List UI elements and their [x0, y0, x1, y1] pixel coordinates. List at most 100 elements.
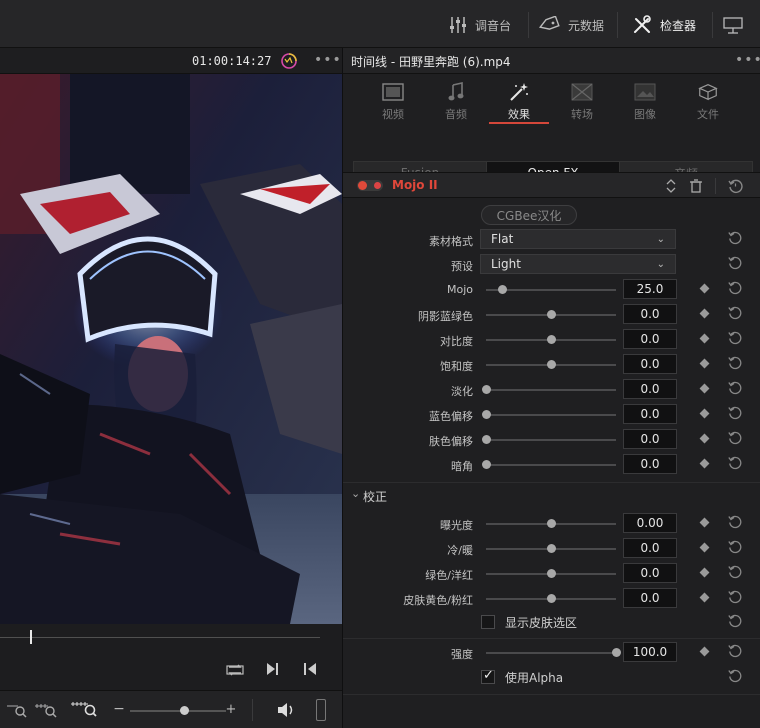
- param-reset-button[interactable]: [728, 331, 744, 347]
- param-slider[interactable]: [482, 435, 616, 444]
- param-reset-button[interactable]: [728, 381, 744, 397]
- param-reset-button[interactable]: [728, 306, 744, 322]
- param-slider-knob[interactable]: [547, 569, 556, 578]
- param-reset-button[interactable]: [728, 281, 744, 297]
- show-skin-checkbox[interactable]: [481, 615, 495, 629]
- format-reset-button[interactable]: [728, 231, 744, 247]
- video-viewer[interactable]: [0, 74, 342, 624]
- param-reset-button[interactable]: [728, 590, 744, 606]
- viewer-more-options-button[interactable]: •••: [314, 52, 342, 68]
- param-reset-button[interactable]: [728, 456, 744, 472]
- strength-reset-button[interactable]: [728, 644, 744, 660]
- zoom-slider-track[interactable]: [130, 710, 226, 712]
- keyframe-diamond-icon[interactable]: [699, 433, 710, 444]
- preset-dropdown[interactable]: Light ⌄: [480, 254, 676, 274]
- keyframe-diamond-icon[interactable]: [699, 592, 710, 603]
- zoom-slider-knob[interactable]: [180, 706, 189, 715]
- keyframe-diamond-icon[interactable]: [699, 333, 710, 344]
- param-value[interactable]: 0.0: [623, 429, 677, 449]
- param-value[interactable]: 0.0: [623, 563, 677, 583]
- param-reset-button[interactable]: [728, 356, 744, 372]
- param-slider[interactable]: [482, 385, 616, 394]
- use-alpha-checkbox[interactable]: [481, 668, 495, 684]
- param-slider-knob[interactable]: [547, 519, 556, 528]
- reorder-button[interactable]: [665, 177, 677, 195]
- metadata-button[interactable]: 元数据: [538, 16, 604, 34]
- inspector-button[interactable]: 检查器: [632, 15, 696, 34]
- tab-image[interactable]: 图像: [615, 82, 675, 126]
- param-slider-knob[interactable]: [547, 335, 556, 344]
- param-slider-knob[interactable]: [482, 435, 491, 444]
- param-value[interactable]: 0.0: [623, 404, 677, 424]
- timeline-scrubber[interactable]: [0, 624, 342, 652]
- color-wheel-button[interactable]: [280, 52, 298, 70]
- tab-file[interactable]: 文件: [678, 82, 738, 126]
- param-value[interactable]: 0.00: [623, 513, 677, 533]
- param-slider-knob[interactable]: [482, 385, 491, 394]
- playhead[interactable]: [30, 630, 32, 644]
- param-slider-knob[interactable]: [482, 460, 491, 469]
- param-slider[interactable]: [486, 310, 616, 319]
- keyframe-diamond-icon[interactable]: [699, 542, 710, 553]
- param-slider[interactable]: [486, 544, 616, 553]
- param-slider[interactable]: [482, 460, 616, 469]
- next-frame-button[interactable]: [264, 660, 280, 678]
- keyframe-diamond-icon[interactable]: [699, 458, 710, 469]
- zoom-full-button[interactable]: [70, 699, 98, 719]
- param-reset-button[interactable]: [728, 431, 744, 447]
- inspector-more-options-button[interactable]: •••: [735, 52, 760, 68]
- param-slider-knob[interactable]: [482, 410, 491, 419]
- effect-enable-toggle[interactable]: [357, 180, 383, 191]
- keyframe-diamond-icon[interactable]: [699, 567, 710, 578]
- param-slider-knob[interactable]: [547, 594, 556, 603]
- keyframe-diamond-icon[interactable]: [699, 517, 710, 528]
- keyframe-diamond-icon[interactable]: [699, 308, 710, 319]
- tab-video[interactable]: 视频: [363, 82, 423, 126]
- use-alpha-reset-button[interactable]: [728, 669, 744, 685]
- param-slider[interactable]: [486, 335, 616, 344]
- delete-effect-button[interactable]: [689, 178, 703, 194]
- keyframe-diamond-icon[interactable]: [699, 358, 710, 369]
- zoom-out-icon[interactable]: −: [113, 701, 125, 717]
- strength-slider[interactable]: [486, 648, 621, 657]
- keyframe-diamond-icon[interactable]: [699, 283, 710, 294]
- zoom-in-icon[interactable]: +: [226, 701, 237, 717]
- reset-all-button[interactable]: [727, 178, 743, 194]
- volume-button[interactable]: [276, 701, 296, 719]
- param-reset-button[interactable]: [728, 515, 744, 531]
- loop-button[interactable]: [226, 662, 244, 678]
- param-slider-knob[interactable]: [547, 310, 556, 319]
- param-slider[interactable]: [482, 410, 616, 419]
- param-value[interactable]: 0.0: [623, 329, 677, 349]
- strength-keyframe-icon[interactable]: [699, 646, 710, 657]
- param-value[interactable]: 0.0: [623, 588, 677, 608]
- format-dropdown[interactable]: Flat ⌄: [480, 229, 676, 249]
- param-value[interactable]: 0.0: [623, 538, 677, 558]
- param-value[interactable]: 0.0: [623, 354, 677, 374]
- param-slider[interactable]: [486, 519, 616, 528]
- previous-frame-button[interactable]: [302, 660, 318, 678]
- param-slider[interactable]: [486, 569, 616, 578]
- param-reset-button[interactable]: [728, 540, 744, 556]
- param-value[interactable]: 0.0: [623, 379, 677, 399]
- param-value[interactable]: 0.0: [623, 304, 677, 324]
- tab-audio[interactable]: 音频: [426, 82, 486, 126]
- param-slider[interactable]: [486, 594, 616, 603]
- fullscreen-toggle-button[interactable]: [722, 16, 744, 36]
- param-value[interactable]: 25.0: [623, 279, 677, 299]
- param-value[interactable]: 0.0: [623, 454, 677, 474]
- param-slider[interactable]: [486, 360, 616, 369]
- param-slider-knob[interactable]: [547, 544, 556, 553]
- tab-transition[interactable]: 转场: [552, 82, 612, 126]
- param-slider-knob[interactable]: [497, 285, 507, 294]
- cgbee-brand-button[interactable]: CGBee汉化: [481, 205, 577, 225]
- show-skin-reset-button[interactable]: [728, 614, 744, 630]
- mixer-button[interactable]: 调音台: [449, 16, 511, 34]
- strength-slider-knob[interactable]: [612, 648, 621, 657]
- zoom-detail-button[interactable]: [34, 701, 58, 719]
- preset-reset-button[interactable]: [728, 256, 744, 272]
- correction-section-header[interactable]: ⌄ 校正: [343, 482, 760, 506]
- zoom-fit-button[interactable]: [6, 701, 28, 719]
- param-slider-knob[interactable]: [547, 360, 556, 369]
- strength-value[interactable]: 100.0: [623, 642, 677, 662]
